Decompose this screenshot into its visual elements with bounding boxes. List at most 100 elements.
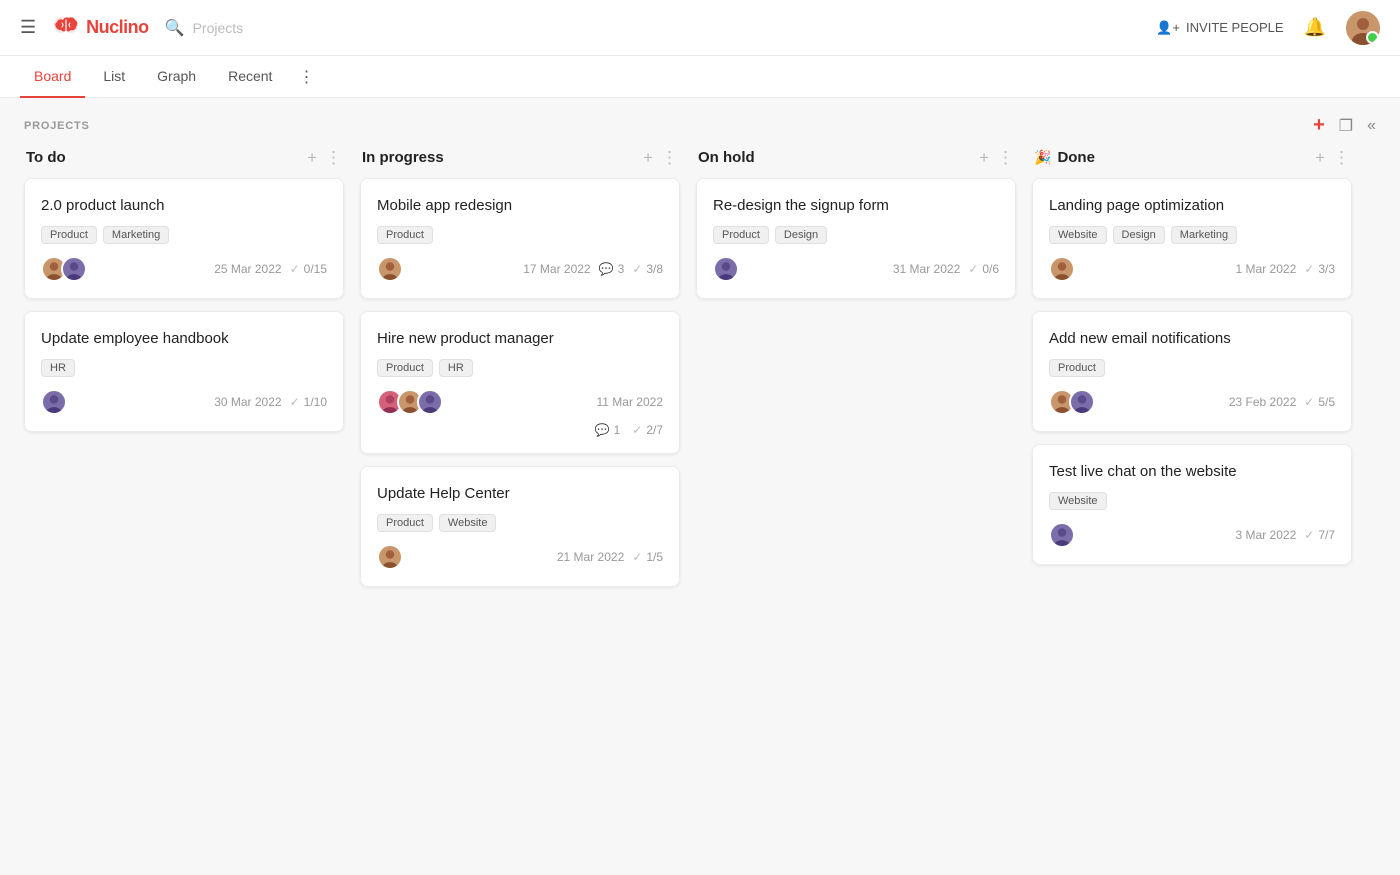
projects-actions: + ❐ «: [1313, 114, 1376, 137]
card-title: 2.0 product launch: [41, 195, 327, 216]
tab-board[interactable]: Board: [20, 56, 85, 98]
tag-product: Product: [1049, 359, 1105, 377]
column-todo: To do + ⋮ 2.0 product launch Product Mar…: [24, 149, 344, 444]
search-bar[interactable]: 🔍 Projects: [165, 18, 244, 38]
column-done-menu[interactable]: ⋮: [1333, 149, 1350, 166]
column-onhold-title: On hold: [698, 149, 979, 166]
card-comments: 💬 1: [595, 423, 621, 437]
column-inprogress-actions: + ⋮: [643, 149, 678, 166]
card-tags: HR: [41, 359, 327, 377]
card-date: 31 Mar 2022: [893, 262, 960, 276]
check-icon: ✓: [1304, 262, 1314, 276]
tab-graph[interactable]: Graph: [143, 56, 210, 98]
projects-header: PROJECTS + ❐ «: [0, 98, 1400, 149]
card-tags: Product HR: [377, 359, 663, 377]
card-checks: ✓ 7/7: [1304, 528, 1335, 542]
comment-icon: 💬: [595, 423, 610, 437]
column-onhold-header: On hold + ⋮: [696, 149, 1016, 166]
tab-list[interactable]: List: [89, 56, 139, 98]
avatar: [1049, 522, 1075, 548]
card-title: Landing page optimization: [1049, 195, 1335, 216]
card-tags: Website: [1049, 492, 1335, 510]
card-footer: 25 Mar 2022 ✓ 0/15: [41, 256, 327, 282]
card-help-center[interactable]: Update Help Center Product Website 21 Ma…: [360, 466, 680, 587]
card-tags: Product: [377, 226, 663, 244]
collapse-button[interactable]: «: [1367, 117, 1376, 135]
card-comments: 💬 3: [599, 262, 625, 276]
column-done-add[interactable]: +: [1315, 149, 1325, 166]
tag-product: Product: [377, 359, 433, 377]
invite-people-button[interactable]: 👤+ INVITE PEOPLE: [1156, 20, 1283, 36]
hamburger-menu[interactable]: ☰: [20, 17, 36, 38]
tag-product: Product: [713, 226, 769, 244]
avatar: [41, 389, 67, 415]
add-project-button[interactable]: +: [1313, 114, 1325, 137]
card-avatars: [377, 256, 403, 282]
card-checks: ✓ 1/10: [290, 395, 327, 409]
card-date: 23 Feb 2022: [1229, 395, 1296, 409]
check-icon: ✓: [968, 262, 978, 276]
card-checks: ✓ 3/8: [632, 262, 663, 276]
tag-product: Product: [377, 226, 433, 244]
tab-more-button[interactable]: ⋮: [290, 57, 322, 97]
card-avatars: [377, 544, 403, 570]
tag-marketing: Marketing: [103, 226, 169, 244]
card-title: Mobile app redesign: [377, 195, 663, 216]
card-signup-form[interactable]: Re-design the signup form Product Design…: [696, 178, 1016, 299]
column-inprogress-add[interactable]: +: [643, 149, 653, 166]
avatar: [417, 389, 443, 415]
card-title: Hire new product manager: [377, 328, 663, 349]
column-inprogress-menu[interactable]: ⋮: [661, 149, 678, 166]
column-onhold-add[interactable]: +: [979, 149, 989, 166]
card-live-chat[interactable]: Test live chat on the website Website 3 …: [1032, 444, 1352, 565]
card-landing-page[interactable]: Landing page optimization Website Design…: [1032, 178, 1352, 299]
card-tags: Product Website: [377, 514, 663, 532]
card-product-launch[interactable]: 2.0 product launch Product Marketing 25 …: [24, 178, 344, 299]
card-mobile-redesign[interactable]: Mobile app redesign Product 17 Mar 2022 …: [360, 178, 680, 299]
avatar: [377, 544, 403, 570]
card-email-notifications[interactable]: Add new email notifications Product 23 F…: [1032, 311, 1352, 432]
column-todo-add[interactable]: +: [307, 149, 317, 166]
card-date: 3 Mar 2022: [1236, 528, 1297, 542]
check-icon: ✓: [290, 262, 300, 276]
card-checks: ✓ 3/3: [1304, 262, 1335, 276]
card-tags: Website Design Marketing: [1049, 226, 1335, 244]
column-done-actions: + ⋮: [1315, 149, 1350, 166]
card-date: 21 Mar 2022: [557, 550, 624, 564]
column-todo-menu[interactable]: ⋮: [325, 149, 342, 166]
card-checks: ✓ 0/15: [290, 262, 327, 276]
tab-recent[interactable]: Recent: [214, 56, 286, 98]
card-avatars: [1049, 389, 1095, 415]
card-footer: 23 Feb 2022 ✓ 5/5: [1049, 389, 1335, 415]
user-avatar[interactable]: [1346, 11, 1380, 45]
search-icon: 🔍: [165, 18, 185, 38]
card-avatars: [41, 389, 67, 415]
column-done-title: Done: [1057, 149, 1315, 166]
card-footer: 1 Mar 2022 ✓ 3/3: [1049, 256, 1335, 282]
column-onhold-menu[interactable]: ⋮: [997, 149, 1014, 166]
logo[interactable]: Nuclino: [52, 14, 149, 42]
column-todo-header: To do + ⋮: [24, 149, 344, 166]
column-onhold-actions: + ⋮: [979, 149, 1014, 166]
check-icon: ✓: [632, 423, 642, 437]
column-onhold: On hold + ⋮ Re-design the signup form Pr…: [696, 149, 1016, 311]
card-title: Add new email notifications: [1049, 328, 1335, 349]
card-footer: 17 Mar 2022 💬 3 ✓ 3/8: [377, 256, 663, 282]
card-date: 25 Mar 2022: [214, 262, 281, 276]
card-avatars: [377, 389, 443, 415]
card-hire-manager[interactable]: Hire new product manager Product HR: [360, 311, 680, 454]
tag-hr: HR: [41, 359, 75, 377]
card-checks: ✓ 1/5: [632, 550, 663, 564]
card-avatars: [713, 256, 739, 282]
card-footer: 3 Mar 2022 ✓ 7/7: [1049, 522, 1335, 548]
card-employee-handbook[interactable]: Update employee handbook HR 30 Mar 2022 …: [24, 311, 344, 432]
column-done: 🎉 Done + ⋮ Landing page optimization Web…: [1032, 149, 1352, 577]
column-todo-title: To do: [26, 149, 307, 166]
card-date: 11 Mar 2022: [597, 395, 664, 409]
notifications-bell[interactable]: 🔔: [1304, 17, 1326, 38]
expand-button[interactable]: ❐: [1339, 116, 1353, 136]
topbar: ☰ Nuclino 🔍 Projects 👤+ INVITE PEOPLE 🔔: [0, 0, 1400, 56]
card-title: Update Help Center: [377, 483, 663, 504]
invite-icon: 👤+: [1156, 20, 1180, 36]
check-icon: ✓: [1304, 395, 1314, 409]
